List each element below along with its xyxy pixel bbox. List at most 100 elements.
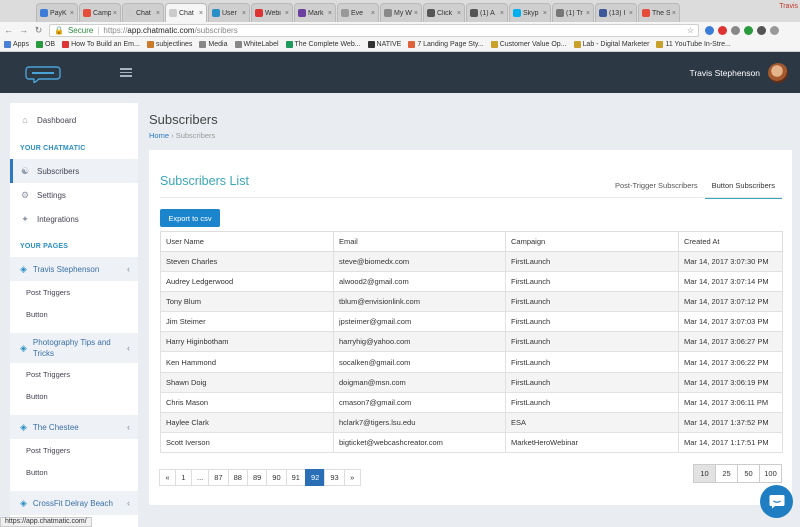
tab-close-icon[interactable]: × [199,10,203,17]
page-link[interactable]: 87 [208,469,229,486]
page-size-option[interactable]: 50 [737,464,760,483]
table-row[interactable]: Tony Blum tblum@envisionlink.com FirstLaun… [160,291,783,313]
table-row[interactable]: Haylee Clark hclark7@tigers.lsu.edu ESA Mar… [160,411,783,433]
extension-icon[interactable] [744,25,753,35]
sidebar-item-subscribers[interactable]: ☯ Subscribers [10,159,138,183]
tab-close-icon[interactable]: × [500,10,504,17]
table-row[interactable]: Harry Higinbotham harryhig@yahoo.com First… [160,331,783,353]
tab-post-trigger-subscribers[interactable]: Post-Trigger Subscribers [608,178,705,199]
extension-icon[interactable] [705,25,714,35]
browser-tab[interactable]: Eve × [337,3,379,22]
page-link[interactable]: 1 [175,469,192,486]
browser-tab[interactable]: (13) I × [595,3,637,22]
bookmark-item[interactable]: OB [35,41,55,48]
tab-button-subscribers[interactable]: Button Subscribers [704,178,782,199]
sidebar-item-integrations[interactable]: ✦ Integrations [10,207,138,231]
tab-close-icon[interactable]: × [672,10,676,17]
sidebar-subitem-post-triggers[interactable]: Post Triggers [10,281,138,303]
bookmark-item[interactable]: subjectlines [146,41,192,48]
sidebar-subitem-button[interactable]: Button [10,303,138,325]
browser-tab[interactable]: Chat × [122,3,164,22]
page-size-option[interactable]: 10 [693,464,716,483]
table-row[interactable]: Steven Charles steve@biomedx.com FirstLaun… [160,250,783,273]
tab-close-icon[interactable]: × [242,10,246,17]
tab-close-icon[interactable]: × [285,10,289,17]
extension-icon[interactable] [770,25,779,35]
tab-close-icon[interactable]: × [156,10,160,17]
chevron-left-icon[interactable]: ‹ [127,264,130,274]
chatmatic-logo[interactable] [18,61,68,85]
address-bar[interactable]: 🔒 Secure | https://app.chatmatic.com/sub… [49,23,699,37]
bookmark-item[interactable]: Media [199,41,228,48]
page-link[interactable]: » [343,469,361,486]
sidebar-item-settings[interactable]: ⚙ Settings [10,183,138,207]
page-link[interactable]: 89 [246,469,268,486]
column-header-campaign[interactable]: Campaign [505,231,679,252]
page-size-option[interactable]: 25 [715,464,738,483]
browser-tab[interactable]: Mark × [294,3,336,22]
table-row[interactable]: Ken Hammond socalken@gmail.com FirstLaunch… [160,351,783,373]
header-user-name[interactable]: Travis Stephenson [689,68,760,78]
bookmark-item[interactable]: The Complete Web... [285,41,361,48]
bookmark-item[interactable]: Lab - Digital Marketer [573,41,649,48]
sidebar-subitem-post-triggers[interactable]: Post Triggers [10,363,138,385]
page-link[interactable]: 90 [266,469,287,486]
bookmark-item[interactable]: How To Build an Em... [62,41,140,48]
browser-tab[interactable]: Chat × [165,3,207,22]
tab-close-icon[interactable]: × [414,10,418,17]
page-link[interactable]: ... [191,469,210,486]
avatar[interactable] [768,62,788,83]
bookmark-item[interactable]: 7 Landing Page Sty... [408,41,484,48]
tab-close-icon[interactable]: × [457,10,461,17]
reload-icon[interactable]: ↻ [34,25,43,36]
tab-close-icon[interactable]: × [70,10,74,17]
browser-tab[interactable]: User × [208,3,250,22]
table-row[interactable]: Shawn Doig doigman@msn.com FirstLaunch Mar … [160,371,783,393]
chevron-left-icon[interactable]: ‹ [127,343,130,353]
browser-tab[interactable]: PayK × [36,3,78,22]
chat-widget-button[interactable] [760,485,793,518]
tab-close-icon[interactable]: × [629,10,633,17]
chevron-left-icon[interactable]: ‹ [127,498,130,508]
extension-icon[interactable] [718,25,727,35]
tab-close-icon[interactable]: × [328,10,332,17]
menu-toggle-icon[interactable] [120,68,132,77]
bookmark-item[interactable]: NATIVE [367,41,401,48]
table-row[interactable]: Scott Iverson bigticket@webcashcreator.co… [160,431,783,453]
sidebar-item-dashboard[interactable]: ⌂ Dashboard [10,103,138,137]
page-size-option[interactable]: 100 [759,464,782,483]
page-link[interactable]: 88 [227,469,248,486]
extension-icon[interactable] [757,25,766,35]
browser-tab[interactable]: Click × [423,3,465,22]
bookmark-item[interactable]: 11 YouTube In-Stre... [656,41,731,48]
column-header-created-at[interactable]: Created At [678,231,783,252]
browser-tab[interactable]: Webi × [251,3,293,22]
browser-tab[interactable]: (1) Tr × [552,3,594,22]
sidebar-page-4[interactable]: ◈ CrossFit Delray Beach ‹ [10,491,138,515]
sidebar-subitem-button[interactable]: Button [10,461,138,483]
browser-tab[interactable]: My W × [380,3,422,22]
chevron-left-icon[interactable]: ‹ [127,422,130,432]
sidebar-page-2[interactable]: ◈ Photography Tips and Tricks ‹ [10,333,138,363]
bookmark-item[interactable]: Apps [4,41,29,48]
sidebar-page-1[interactable]: ◈ Travis Stephenson ‹ [10,257,138,281]
table-row[interactable]: Chris Mason cmason7@gmail.com FirstLaunch M… [160,391,783,413]
browser-tab[interactable]: Skyp × [509,3,551,22]
sidebar-subitem-post-triggers[interactable]: Post Triggers [10,439,138,461]
extension-icon[interactable] [731,25,740,35]
bookmark-star-icon[interactable]: ☆ [687,26,694,35]
breadcrumb-home-link[interactable]: Home [149,131,169,140]
tab-close-icon[interactable]: × [113,10,117,17]
tab-close-icon[interactable]: × [586,10,590,17]
browser-tab[interactable]: Camp × [79,3,121,22]
bookmark-item[interactable]: WhiteLabel [234,41,279,48]
forward-icon[interactable]: → [19,25,28,35]
browser-tab[interactable]: The S × [638,3,680,22]
export-csv-button[interactable]: Export to csv [160,209,220,227]
bookmark-item[interactable]: Customer Value Op... [490,41,567,48]
column-header-user-name[interactable]: User Name [160,231,334,252]
sidebar-page-3[interactable]: ◈ The Chestee ‹ [10,415,138,439]
tab-close-icon[interactable]: × [543,10,547,17]
browser-profile[interactable]: Travis [779,3,798,10]
back-icon[interactable]: ← [4,25,13,35]
